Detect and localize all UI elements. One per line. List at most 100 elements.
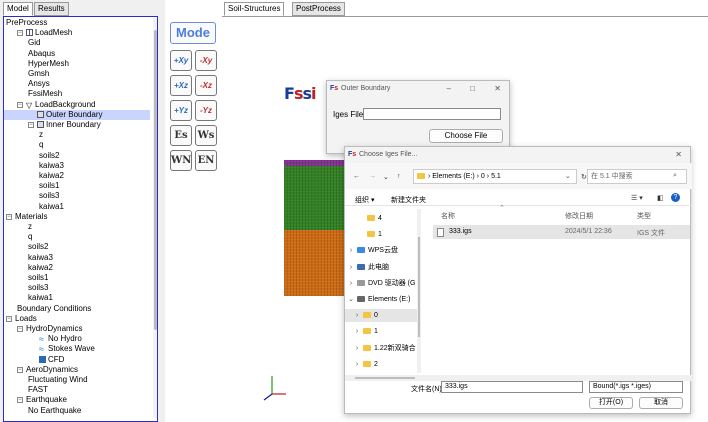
crumb-drive[interactable]: Elements (E:) <box>432 173 474 180</box>
expand-chevron-icon[interactable]: › <box>351 342 363 355</box>
tree-item[interactable]: ≈ Stokes Wave <box>39 344 95 354</box>
nav-item[interactable]: › 0 <box>345 309 417 323</box>
chevron-down-icon[interactable]: ⌄ <box>565 172 571 180</box>
open-button[interactable]: 打开(O) <box>589 397 633 409</box>
new-folder-button[interactable]: 新建文件夹 <box>391 195 426 205</box>
tree-item[interactable]: kaiwa1 <box>39 202 64 212</box>
preview-pane-icon[interactable]: ◧ <box>657 194 664 202</box>
search-input[interactable]: 在 5.1 中搜索 <box>587 169 687 184</box>
col-type[interactable]: 类型 <box>637 211 651 221</box>
collapse-toggle-icon[interactable]: − <box>17 326 23 332</box>
view-button[interactable]: Es <box>170 125 192 146</box>
collapse-toggle-icon[interactable]: − <box>17 366 23 373</box>
expand-chevron-icon[interactable]: › <box>345 261 357 274</box>
tree-scrollbar[interactable] <box>153 18 157 418</box>
tree-item[interactable]: Abaqus <box>28 49 55 59</box>
tree-item[interactable]: Loads <box>15 314 37 324</box>
collapse-toggle-icon[interactable]: − <box>6 315 12 322</box>
organize-button[interactable]: 组织 ▾ <box>355 195 374 205</box>
cancel-button[interactable]: 取消 <box>639 397 683 409</box>
tree-item[interactable]: FAST <box>28 385 48 395</box>
tree-item[interactable]: HyperMesh <box>28 59 69 69</box>
file-type-select[interactable]: Bound(*.igs *.iges) <box>589 381 683 393</box>
tree-item[interactable]: q <box>28 232 32 242</box>
tree-item[interactable]: kaiwa3 <box>39 161 64 171</box>
tab-model[interactable]: Model <box>3 2 33 16</box>
minimize-icon[interactable]: – <box>447 81 451 97</box>
close-icon[interactable]: ✕ <box>494 81 501 97</box>
crumb-5-1[interactable]: 5.1 <box>491 173 501 180</box>
tree-item[interactable]: Inner Boundary <box>37 120 101 130</box>
col-name[interactable]: 名称 <box>441 211 455 221</box>
mode-button[interactable]: Mode <box>170 22 216 44</box>
collapse-toggle-icon[interactable]: − <box>6 213 12 220</box>
breadcrumb[interactable]: › Elements (E:) › 0 › 5.1 <box>413 169 577 184</box>
close-icon[interactable]: ✕ <box>675 147 682 163</box>
tree-item[interactable]: HydroDynamics <box>26 324 82 334</box>
tree-item[interactable]: kaiwa1 <box>28 293 53 303</box>
tree-item[interactable]: AeroDynamics <box>26 365 78 375</box>
tree-item[interactable]: q <box>39 140 43 150</box>
forward-icon[interactable]: → <box>369 173 376 180</box>
expand-chevron-icon[interactable]: › <box>351 325 363 338</box>
tree-item[interactable]: FssiMesh <box>28 89 62 99</box>
nav-item[interactable]: › 1 <box>345 325 417 338</box>
tree-item[interactable]: z <box>39 130 43 140</box>
tree-item[interactable]: Earthquake <box>26 395 67 405</box>
nav-item[interactable]: › 此电脑 <box>345 261 417 274</box>
choose-file-button[interactable]: Choose File <box>429 129 503 143</box>
dropdown-icon[interactable]: ⌄ <box>383 173 389 181</box>
collapse-toggle-icon[interactable]: − <box>17 101 23 108</box>
tree-item[interactable]: soils2 <box>28 242 48 252</box>
nav-item[interactable]: ⌄ Elements (E:) <box>345 293 417 306</box>
nav-item[interactable]: 4 <box>345 212 417 225</box>
tree-item[interactable]: soils3 <box>28 283 48 293</box>
tree-item[interactable]: Gmsh <box>28 69 49 79</box>
expand-chevron-icon[interactable]: ⌄ <box>345 293 357 306</box>
maximize-icon[interactable]: □ <box>470 81 475 97</box>
model-tree[interactable]: PreProcess − LoadMesh Gid Abaqus HyperMesh Gms… <box>3 16 158 422</box>
tree-item[interactable]: soils3 <box>39 191 59 201</box>
iges-file-input[interactable] <box>363 108 501 120</box>
tree-item[interactable]: ▽ LoadBackground <box>26 100 96 110</box>
tab-postprocess[interactable]: PostProcess <box>292 2 345 16</box>
tree-item[interactable]: Materials <box>15 212 47 222</box>
collapse-toggle-icon[interactable]: − <box>17 30 23 37</box>
tree-item[interactable]: Fluctuating Wind <box>28 375 88 385</box>
nav-item[interactable]: › DVD 驱动器 (G <box>345 277 417 290</box>
view-button[interactable]: Ws <box>195 125 217 146</box>
filename-input[interactable]: 333.igs <box>441 381 583 393</box>
view-button[interactable]: WN <box>170 150 192 171</box>
view-button[interactable]: -Xy <box>195 50 217 71</box>
navigation-pane[interactable]: 4 1 › WPS云盘 › 此电脑 › DVD 驱动器 (G ⌄ Elements (E:) › 0 ›… <box>345 206 421 374</box>
expand-chevron-icon[interactable]: › <box>345 277 357 290</box>
tree-item[interactable]: Gid <box>28 38 40 48</box>
tree-item[interactable]: ≈ No Hydro <box>39 334 82 344</box>
tree-item[interactable]: Outer Boundary <box>4 109 150 120</box>
tree-item[interactable]: CFD <box>39 355 64 365</box>
collapse-toggle-icon[interactable]: − <box>17 397 23 404</box>
tree-item[interactable]: PreProcess <box>6 18 47 28</box>
tree-item[interactable]: Boundary Conditions <box>17 304 91 314</box>
tab-soil-structures[interactable]: Soil-Structures <box>224 2 285 16</box>
file-row[interactable]: 333.igs 2024/5/1 22:36 IGS 文件 <box>433 225 690 239</box>
help-icon[interactable]: ? <box>671 193 680 202</box>
tree-item[interactable]: LoadMesh <box>26 28 72 38</box>
view-button[interactable]: +Xz <box>170 75 192 96</box>
tree-item[interactable]: kaiwa3 <box>28 253 53 263</box>
tree-item[interactable]: z <box>28 222 32 232</box>
nav-item[interactable]: 1 <box>345 228 417 241</box>
view-button[interactable]: EN <box>195 150 217 171</box>
tree-item[interactable]: No Earthquake <box>28 406 81 416</box>
nav-item[interactable]: › WPS云盘 <box>345 244 417 257</box>
tree-item[interactable]: Ansys <box>28 79 50 89</box>
expand-chevron-icon[interactable]: › <box>345 244 357 257</box>
view-button[interactable]: -Yz <box>195 100 217 121</box>
tab-results[interactable]: Results <box>34 2 69 16</box>
view-button[interactable]: +Yz <box>170 100 192 121</box>
tree-item[interactable]: soils1 <box>39 181 59 191</box>
tree-item[interactable]: kaiwa2 <box>39 171 64 181</box>
tree-item[interactable]: kaiwa2 <box>28 263 53 273</box>
nav-item[interactable]: › 1.22新双骑合 <box>345 342 417 355</box>
up-icon[interactable]: ↑ <box>397 173 401 180</box>
